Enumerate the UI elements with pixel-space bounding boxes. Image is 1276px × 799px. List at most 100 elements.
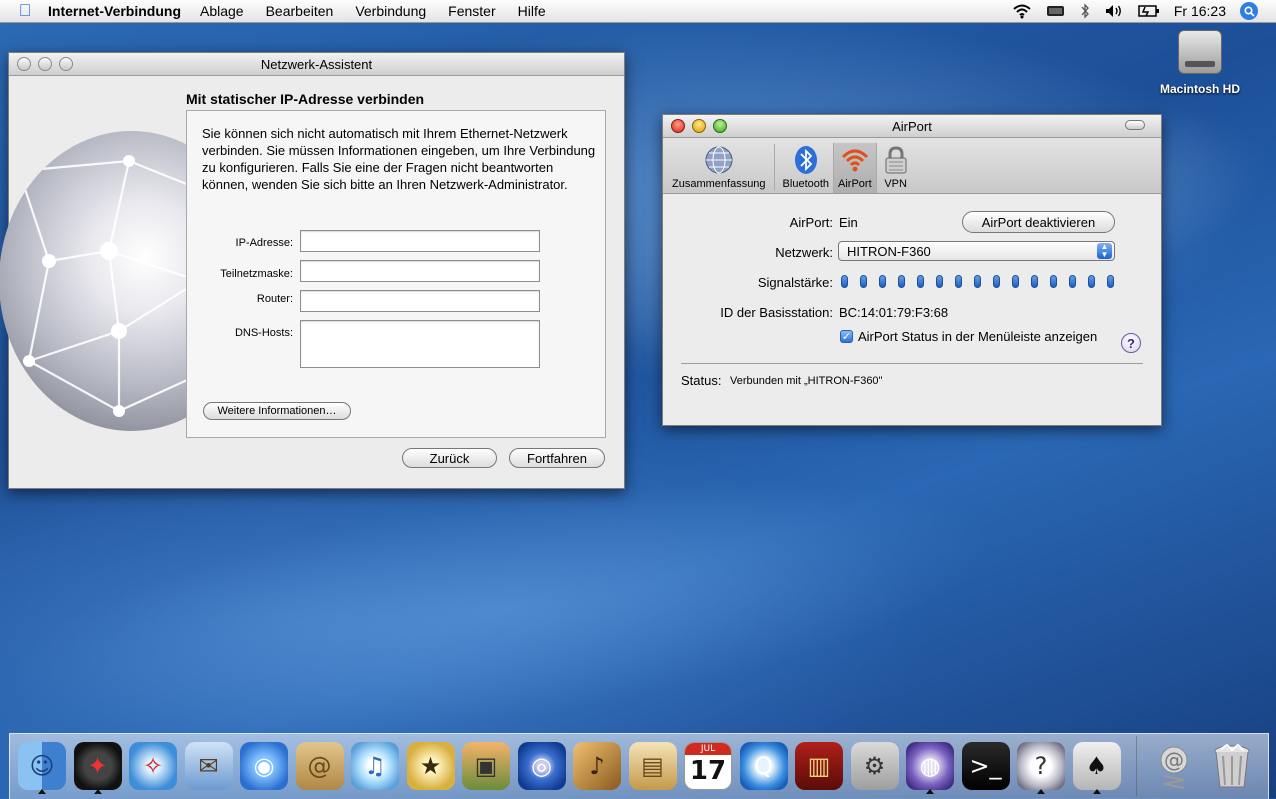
toolbar-separator — [773, 144, 775, 190]
tab-vpn[interactable]: VPN — [877, 143, 915, 193]
signal-bar — [1088, 275, 1095, 288]
dock-separator — [1136, 736, 1137, 796]
dashboard-icon-glyph: ✦ — [73, 742, 122, 790]
ichat-icon[interactable]: ◉ — [238, 740, 290, 792]
subnet-mask-field[interactable] — [300, 260, 540, 282]
airport-window-title: AirPort — [892, 118, 932, 134]
signal-bar — [1069, 275, 1076, 288]
quicktime-icon[interactable]: Q — [738, 740, 790, 792]
close-button-inactive[interactable] — [17, 57, 31, 71]
menu-bearbeiten[interactable]: Bearbeiten — [266, 3, 334, 19]
signal-bar — [860, 275, 867, 288]
menu-ablage[interactable]: Ablage — [200, 3, 244, 19]
minimize-button-inactive[interactable] — [38, 57, 52, 71]
garageband-icon[interactable]: ♪ — [571, 740, 623, 792]
base-station-id-value: BC:14:01:79:F3:68 — [839, 305, 949, 320]
tab-airport[interactable]: AirPort — [833, 143, 877, 193]
help-icon[interactable]: ? — [1121, 333, 1141, 353]
idvd-icon-glyph: ◎ — [517, 742, 566, 790]
system-preferences-icon-glyph: ⚙ — [850, 742, 899, 790]
signal-bar — [841, 275, 848, 288]
network-label: Netzwerk: — [775, 245, 833, 260]
ip-address-label: IP-Adresse: — [235, 237, 293, 249]
status-label: Status: — [681, 373, 722, 388]
more-info-button[interactable]: Weitere Informationen… — [203, 402, 351, 420]
dns-hosts-field[interactable] — [300, 320, 540, 368]
menu-clock[interactable]: Fr 16:23 — [1174, 3, 1226, 19]
macintosh-hd-desktop-icon[interactable]: Macintosh HD — [1152, 30, 1248, 96]
tab-bluetooth[interactable]: Bluetooth — [779, 143, 833, 193]
router-field[interactable] — [300, 290, 540, 312]
signal-bar — [974, 275, 981, 288]
spotlight-icon[interactable] — [1240, 2, 1258, 20]
itunes-icon[interactable]: ♫ — [349, 740, 401, 792]
menu-hilfe[interactable]: Hilfe — [518, 3, 546, 19]
signal-bar — [936, 275, 943, 288]
address-book-icon[interactable]: @ — [294, 740, 346, 792]
tab-summary[interactable]: Zusammenfassung — [668, 143, 770, 193]
minimize-button[interactable] — [692, 119, 706, 133]
ip-address-field[interactable] — [300, 230, 540, 252]
running-indicator — [1092, 789, 1101, 794]
ichat-icon-glyph: ◉ — [240, 742, 288, 790]
imovie-icon[interactable]: ★ — [405, 740, 457, 792]
signal-bar — [955, 275, 962, 288]
mail-downloads-stack-icon[interactable]: @ — [1148, 740, 1200, 792]
signal-bar — [917, 275, 924, 288]
system-preferences-icon[interactable]: ⚙ — [849, 740, 901, 792]
front-row-icon[interactable]: ▥ — [793, 740, 845, 792]
status-divider — [681, 363, 1143, 364]
imovie-icon-glyph: ★ — [406, 742, 455, 790]
zoom-button-inactive[interactable] — [59, 57, 73, 71]
running-indicator — [926, 789, 934, 794]
bluetooth-icon[interactable] — [1080, 3, 1090, 19]
ical-icon[interactable]: JUL 17 — [682, 740, 734, 792]
bluetooth-icon — [791, 145, 821, 175]
menu-fenster[interactable]: Fenster — [448, 3, 495, 19]
select-arrows-icon: ▲ ▼ — [1097, 243, 1112, 259]
airport-titlebar[interactable]: AirPort — [663, 115, 1161, 138]
menu-verbindung[interactable]: Verbindung — [355, 3, 426, 19]
network-select[interactable]: HITRON-F360 ▲ ▼ — [838, 241, 1115, 261]
assistant-content-panel: Sie können sich nicht automatisch mit Ih… — [186, 110, 606, 438]
close-button[interactable] — [671, 119, 685, 133]
signal-strength-meter — [841, 275, 1126, 288]
airport-toggle-button[interactable]: AirPort deaktivieren — [962, 211, 1115, 233]
wifi-icon[interactable] — [1012, 3, 1032, 19]
tab-vpn-label: VPN — [884, 178, 907, 190]
svg-text:@: @ — [1164, 748, 1184, 772]
idvd-icon[interactable]: ◎ — [516, 740, 568, 792]
front-row-icon-glyph: ▥ — [795, 742, 843, 790]
airport-state-label: AirPort: — [789, 215, 833, 230]
terminal-icon[interactable]: >_ — [960, 740, 1012, 792]
show-status-label: AirPort Status in der Menüleiste anzeige… — [858, 329, 1098, 344]
battery-meter-icon[interactable] — [1046, 4, 1066, 18]
continue-button[interactable]: Fortfahren — [509, 448, 605, 468]
assistant-titlebar[interactable]: Netzwerk-Assistent — [9, 53, 624, 76]
network-select-value: HITRON-F360 — [847, 244, 931, 259]
running-indicator — [1037, 789, 1045, 794]
show-status-checkbox[interactable]: ✓ — [840, 330, 853, 343]
signal-bar — [993, 275, 1000, 288]
trash-icon[interactable] — [1206, 740, 1258, 792]
terminal-icon-glyph: >_ — [961, 742, 1010, 790]
iweb-icon-glyph: ▤ — [628, 742, 677, 790]
volume-icon[interactable] — [1104, 3, 1124, 19]
back-button[interactable]: Zurück — [402, 448, 497, 468]
dashboard-icon[interactable]: ✦ — [72, 740, 124, 794]
mail-icon[interactable]: ✉ — [183, 740, 235, 792]
menu-app-name[interactable]: Internet-Verbindung — [48, 3, 181, 19]
iweb-icon[interactable]: ▤ — [627, 740, 679, 792]
help-icon[interactable]: ? — [1015, 740, 1067, 794]
iphoto-icon[interactable]: ▣ — [460, 740, 512, 792]
mail-icon-glyph: ✉ — [184, 742, 233, 790]
toolbar-toggle-button[interactable] — [1125, 120, 1145, 130]
apple-menu-icon[interactable]:  — [16, 1, 34, 20]
zoom-button[interactable] — [713, 119, 727, 133]
finder-icon[interactable]: ☺ — [16, 740, 68, 794]
network-setup-icon-glyph: ◍ — [906, 742, 954, 790]
network-setup-icon[interactable]: ◍ — [904, 740, 956, 794]
safari-icon[interactable]: ✧ — [127, 740, 179, 792]
battery-icon[interactable] — [1138, 4, 1160, 18]
butler-icon[interactable]: ♠ — [1071, 740, 1123, 794]
